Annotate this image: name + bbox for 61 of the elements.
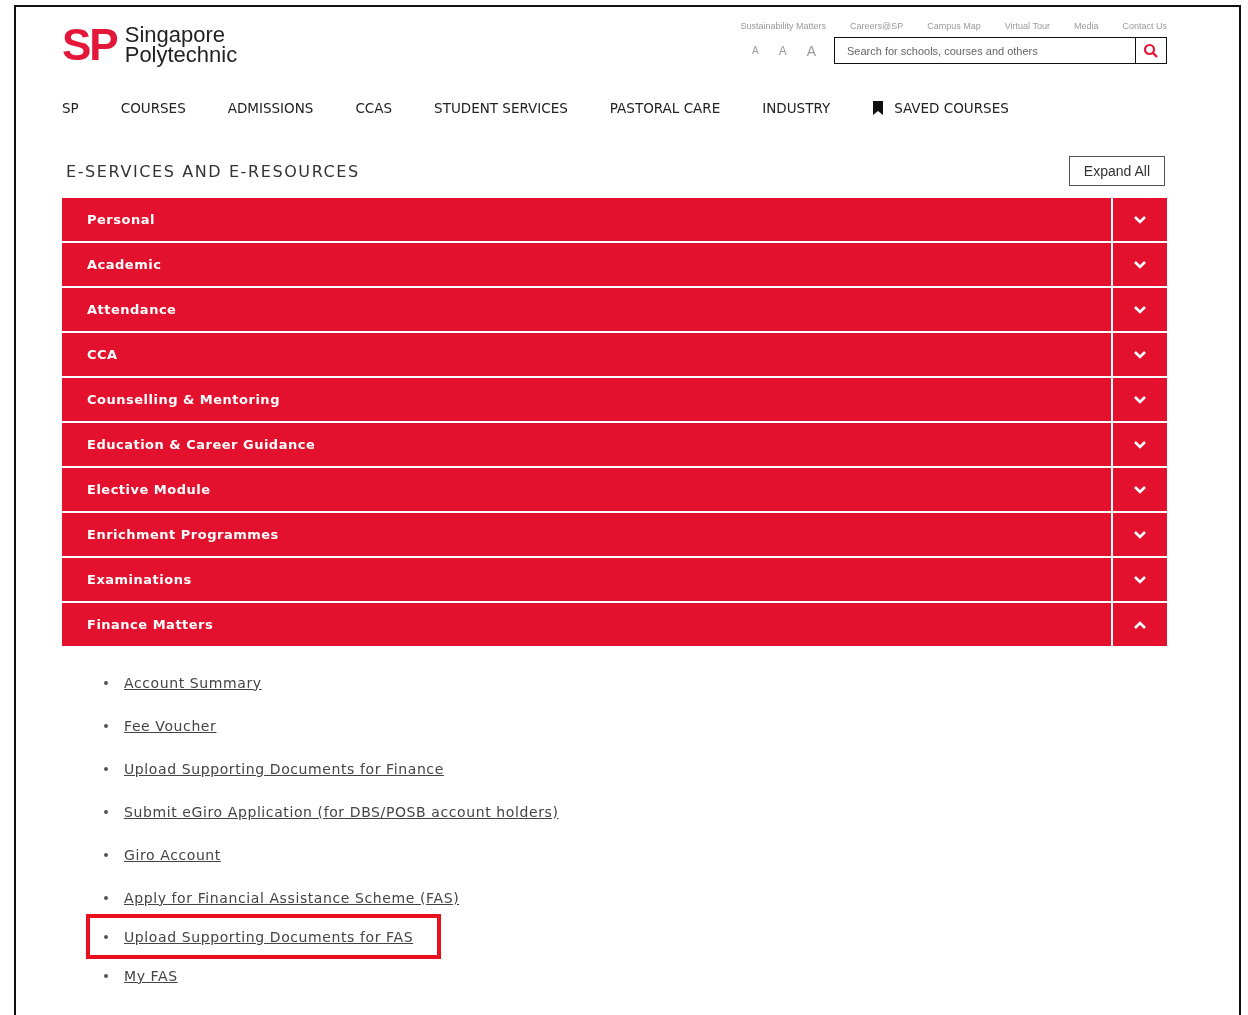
chevron-down-icon bbox=[1133, 349, 1147, 360]
utility-link[interactable]: Campus Map bbox=[927, 21, 981, 31]
chevron-down-icon bbox=[1133, 304, 1147, 315]
chevron-up-icon bbox=[1133, 619, 1147, 630]
logo-text: Polytechnic bbox=[124, 45, 238, 65]
accordion-header[interactable]: Personal bbox=[62, 198, 1167, 241]
accordion-header[interactable]: Examinations bbox=[62, 558, 1167, 601]
section-title: E-SERVICES AND E-RESOURCES bbox=[66, 161, 360, 181]
accordion-header[interactable]: Attendance bbox=[62, 288, 1167, 331]
nav-link[interactable]: CCAS bbox=[355, 100, 393, 116]
accordion-header[interactable]: Academic bbox=[62, 243, 1167, 286]
nav-link[interactable]: PASTORAL CARE bbox=[609, 100, 721, 116]
utility-link[interactable]: Sustainability Matters bbox=[740, 21, 827, 31]
font-size-button[interactable]: A bbox=[749, 45, 761, 56]
utility-link[interactable]: Careers@SP bbox=[850, 21, 904, 31]
utility-link[interactable]: Media bbox=[1073, 21, 1099, 31]
search-field[interactable]: Search for schools, courses and others bbox=[834, 37, 1136, 64]
accordion-header[interactable]: Counselling & Mentoring bbox=[62, 378, 1167, 421]
resource-link[interactable]: Fee Voucher bbox=[124, 717, 217, 734]
logo-text: Singapore bbox=[124, 25, 225, 45]
accordion-header[interactable]: Education & Career Guidance bbox=[62, 423, 1167, 466]
bullet-icon bbox=[104, 973, 108, 978]
search-icon[interactable] bbox=[1136, 37, 1167, 64]
chevron-down-icon bbox=[1133, 214, 1147, 225]
nav-link[interactable]: STUDENT SERVICES bbox=[434, 100, 568, 116]
expand-all-button[interactable]: Expand All bbox=[1068, 156, 1165, 186]
bullet-icon bbox=[104, 766, 108, 771]
resource-link[interactable]: Submit eGiro Application (for DBS/POSB account holders) bbox=[124, 803, 559, 820]
chevron-down-icon bbox=[1133, 439, 1147, 450]
nav-link[interactable]: SAVED COURSES bbox=[872, 100, 1009, 116]
nav-link[interactable]: COURSES bbox=[120, 100, 186, 116]
bullet-icon bbox=[104, 809, 108, 814]
bullet-icon bbox=[104, 680, 108, 685]
accordion-header[interactable]: Enrichment Programmes bbox=[62, 513, 1167, 556]
resource-link[interactable]: Giro Account bbox=[124, 846, 221, 863]
utility-link[interactable]: Virtual Tour bbox=[1004, 21, 1050, 31]
accordion-header[interactable]: Elective Module bbox=[62, 468, 1167, 511]
nav-link[interactable]: SP bbox=[62, 100, 79, 116]
chevron-down-icon bbox=[1133, 259, 1147, 270]
chevron-down-icon bbox=[1133, 529, 1147, 540]
accordion-header[interactable]: Finance Matters bbox=[62, 603, 1167, 646]
bullet-icon bbox=[104, 895, 108, 900]
bookmark-icon bbox=[872, 101, 885, 115]
bullet-icon bbox=[104, 723, 108, 728]
chevron-down-icon bbox=[1133, 574, 1147, 585]
accordion-header[interactable]: CCA bbox=[62, 333, 1167, 376]
resource-link[interactable]: My FAS bbox=[124, 967, 178, 984]
resource-link[interactable]: Apply for Financial Assistance Scheme (FAS) bbox=[124, 889, 460, 906]
chevron-down-icon bbox=[1133, 484, 1147, 495]
resource-link[interactable]: Upload Supporting Documents for FAS bbox=[124, 928, 414, 945]
nav-link[interactable]: ADMISSIONS bbox=[227, 100, 314, 116]
font-size-button[interactable]: A bbox=[804, 42, 818, 59]
chevron-down-icon bbox=[1133, 394, 1147, 405]
nav-link[interactable]: INDUSTRY bbox=[762, 100, 831, 116]
resource-link[interactable]: Upload Supporting Documents for Finance bbox=[124, 760, 444, 777]
logo-mark: SP bbox=[62, 20, 117, 70]
bullet-icon bbox=[104, 852, 108, 857]
utility-link[interactable]: Contact Us bbox=[1122, 21, 1167, 31]
font-size-button[interactable]: A bbox=[776, 43, 789, 58]
bullet-icon bbox=[104, 934, 108, 939]
resource-link[interactable]: Account Summary bbox=[124, 674, 262, 691]
